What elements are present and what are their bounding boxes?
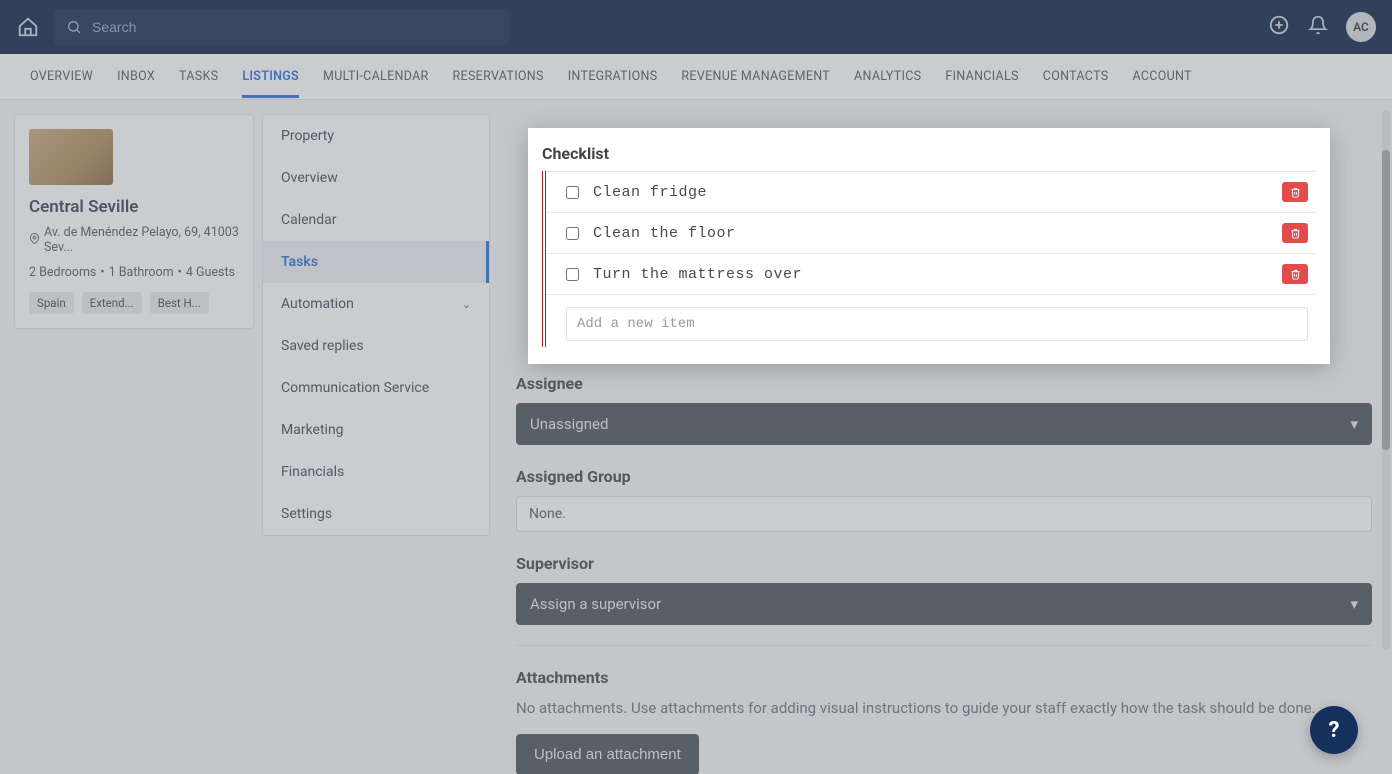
checklist-checkbox[interactable] xyxy=(566,227,579,240)
nav-revenue[interactable]: REVENUE MANAGEMENT xyxy=(681,55,830,98)
listing-tag[interactable]: Extend... xyxy=(82,292,142,314)
trash-icon xyxy=(1290,269,1301,280)
checklist-add-row xyxy=(546,294,1316,347)
checklist-row[interactable]: Clean the floor xyxy=(546,212,1316,253)
listing-tags: Spain Extend... Best H... xyxy=(29,292,239,314)
nav-multi-calendar[interactable]: MULTI-CALENDAR xyxy=(323,55,429,98)
add-icon[interactable] xyxy=(1268,14,1290,40)
subnav-property[interactable]: Property xyxy=(263,115,489,157)
assigned-group-section: Assigned Group None. xyxy=(516,467,1372,532)
nav-listings[interactable]: LISTINGS xyxy=(242,55,299,98)
listing-title: Central Seville xyxy=(29,197,239,217)
supervisor-value: Assign a supervisor xyxy=(530,595,661,613)
subnav-marketing[interactable]: Marketing xyxy=(263,409,489,451)
delete-item-button[interactable] xyxy=(1282,264,1308,284)
nav-overview[interactable]: OVERVIEW xyxy=(30,55,93,98)
assigned-group-value: None. xyxy=(529,506,566,522)
nav-contacts[interactable]: CONTACTS xyxy=(1043,55,1109,98)
supervisor-section: Supervisor Assign a supervisor ▾ xyxy=(516,554,1372,625)
meta-bedrooms: 2 Bedrooms xyxy=(29,265,96,280)
caret-down-icon: ▾ xyxy=(1350,595,1358,613)
assignee-select[interactable]: Unassigned ▾ xyxy=(516,403,1372,445)
nav-analytics[interactable]: ANALYTICS xyxy=(854,55,921,98)
divider xyxy=(516,645,1372,646)
assigned-group-select[interactable]: None. xyxy=(516,496,1372,532)
nav-tasks[interactable]: TASKS xyxy=(179,55,218,98)
pin-icon xyxy=(29,233,40,248)
subnav-tasks[interactable]: Tasks xyxy=(263,241,489,283)
subnav-label: Automation xyxy=(281,296,354,312)
meta-bathrooms: 1 Bathroom xyxy=(109,265,174,280)
main-nav: OVERVIEW INBOX TASKS LISTINGS MULTI-CALE… xyxy=(0,54,1392,100)
listing-tag[interactable]: Best H... xyxy=(150,292,209,314)
nav-reservations[interactable]: RESERVATIONS xyxy=(453,55,544,98)
assigned-group-heading: Assigned Group xyxy=(516,467,1372,486)
scrollbar-track[interactable] xyxy=(1382,110,1390,650)
checklist-item-label: Clean the floor xyxy=(593,225,1282,242)
subnav-automation[interactable]: Automation ⌄ xyxy=(263,283,489,325)
checklist-row[interactable]: Turn the mattress over xyxy=(546,253,1316,294)
checklist-checkbox[interactable] xyxy=(566,268,579,281)
listing-meta: 2 Bedrooms•1 Bathroom•4 Guests xyxy=(29,265,239,280)
chevron-down-icon: ⌄ xyxy=(462,298,471,311)
supervisor-heading: Supervisor xyxy=(516,554,1372,573)
assignee-heading: Assignee xyxy=(516,374,1372,393)
listing-subnav: Property Overview Calendar Tasks Automat… xyxy=(262,114,490,536)
subnav-overview[interactable]: Overview xyxy=(263,157,489,199)
bell-icon[interactable] xyxy=(1308,15,1328,39)
checklist-add-input[interactable] xyxy=(566,307,1308,341)
meta-guests: 4 Guests xyxy=(186,265,235,280)
search-icon xyxy=(66,19,82,35)
checklist-checkbox[interactable] xyxy=(566,186,579,199)
search-box[interactable] xyxy=(54,9,509,45)
help-fab[interactable]: ? xyxy=(1310,706,1358,754)
checklist-item-label: Clean fridge xyxy=(593,184,1282,201)
nav-account[interactable]: ACCOUNT xyxy=(1132,55,1191,98)
listing-tag[interactable]: Spain xyxy=(29,292,74,314)
supervisor-select[interactable]: Assign a supervisor ▾ xyxy=(516,583,1372,625)
scrollbar-thumb[interactable] xyxy=(1382,150,1390,450)
subnav-comm-service[interactable]: Communication Service xyxy=(263,367,489,409)
checklist-heading: Checklist xyxy=(542,144,1316,163)
subnav-financials[interactable]: Financials xyxy=(263,451,489,493)
subnav-calendar[interactable]: Calendar xyxy=(263,199,489,241)
checklist-item-label: Turn the mattress over xyxy=(593,266,1282,283)
nav-financials[interactable]: FINANCIALS xyxy=(945,55,1018,98)
nav-integrations[interactable]: INTEGRATIONS xyxy=(568,55,658,98)
upload-attachment-button[interactable]: Upload an attachment xyxy=(516,734,699,774)
caret-down-icon: ▾ xyxy=(1350,415,1358,433)
nav-inbox[interactable]: INBOX xyxy=(117,55,155,98)
listing-column: Central Seville Av. de Menéndez Pelayo, … xyxy=(0,100,262,774)
trash-icon xyxy=(1290,187,1301,198)
subnav-saved-replies[interactable]: Saved replies xyxy=(263,325,489,367)
listing-address-text: Av. de Menéndez Pelayo, 69, 41003 Sev... xyxy=(44,225,239,255)
delete-item-button[interactable] xyxy=(1282,223,1308,243)
top-bar: AC xyxy=(0,0,1392,54)
assignee-section: Assignee Unassigned ▾ xyxy=(516,374,1372,445)
attachments-heading: Attachments xyxy=(516,668,1372,687)
delete-item-button[interactable] xyxy=(1282,182,1308,202)
trash-icon xyxy=(1290,228,1301,239)
assignee-value: Unassigned xyxy=(530,415,608,433)
listing-card[interactable]: Central Seville Av. de Menéndez Pelayo, … xyxy=(14,114,254,329)
checklist-body: Clean fridge Clean the floor Turn the ma… xyxy=(542,171,1316,347)
listing-thumbnail xyxy=(29,129,113,185)
home-icon[interactable] xyxy=(16,15,40,39)
avatar[interactable]: AC xyxy=(1346,12,1376,42)
listing-address: Av. de Menéndez Pelayo, 69, 41003 Sev... xyxy=(29,225,239,255)
attachments-section: Attachments No attachments. Use attachme… xyxy=(516,668,1372,774)
search-input[interactable] xyxy=(92,19,497,35)
subnav-settings[interactable]: Settings xyxy=(263,493,489,535)
checklist-panel: Checklist Clean fridge Clean the floor T… xyxy=(528,128,1330,364)
checklist-row[interactable]: Clean fridge xyxy=(546,171,1316,212)
attachments-description: No attachments. Use attachments for addi… xyxy=(516,697,1372,720)
